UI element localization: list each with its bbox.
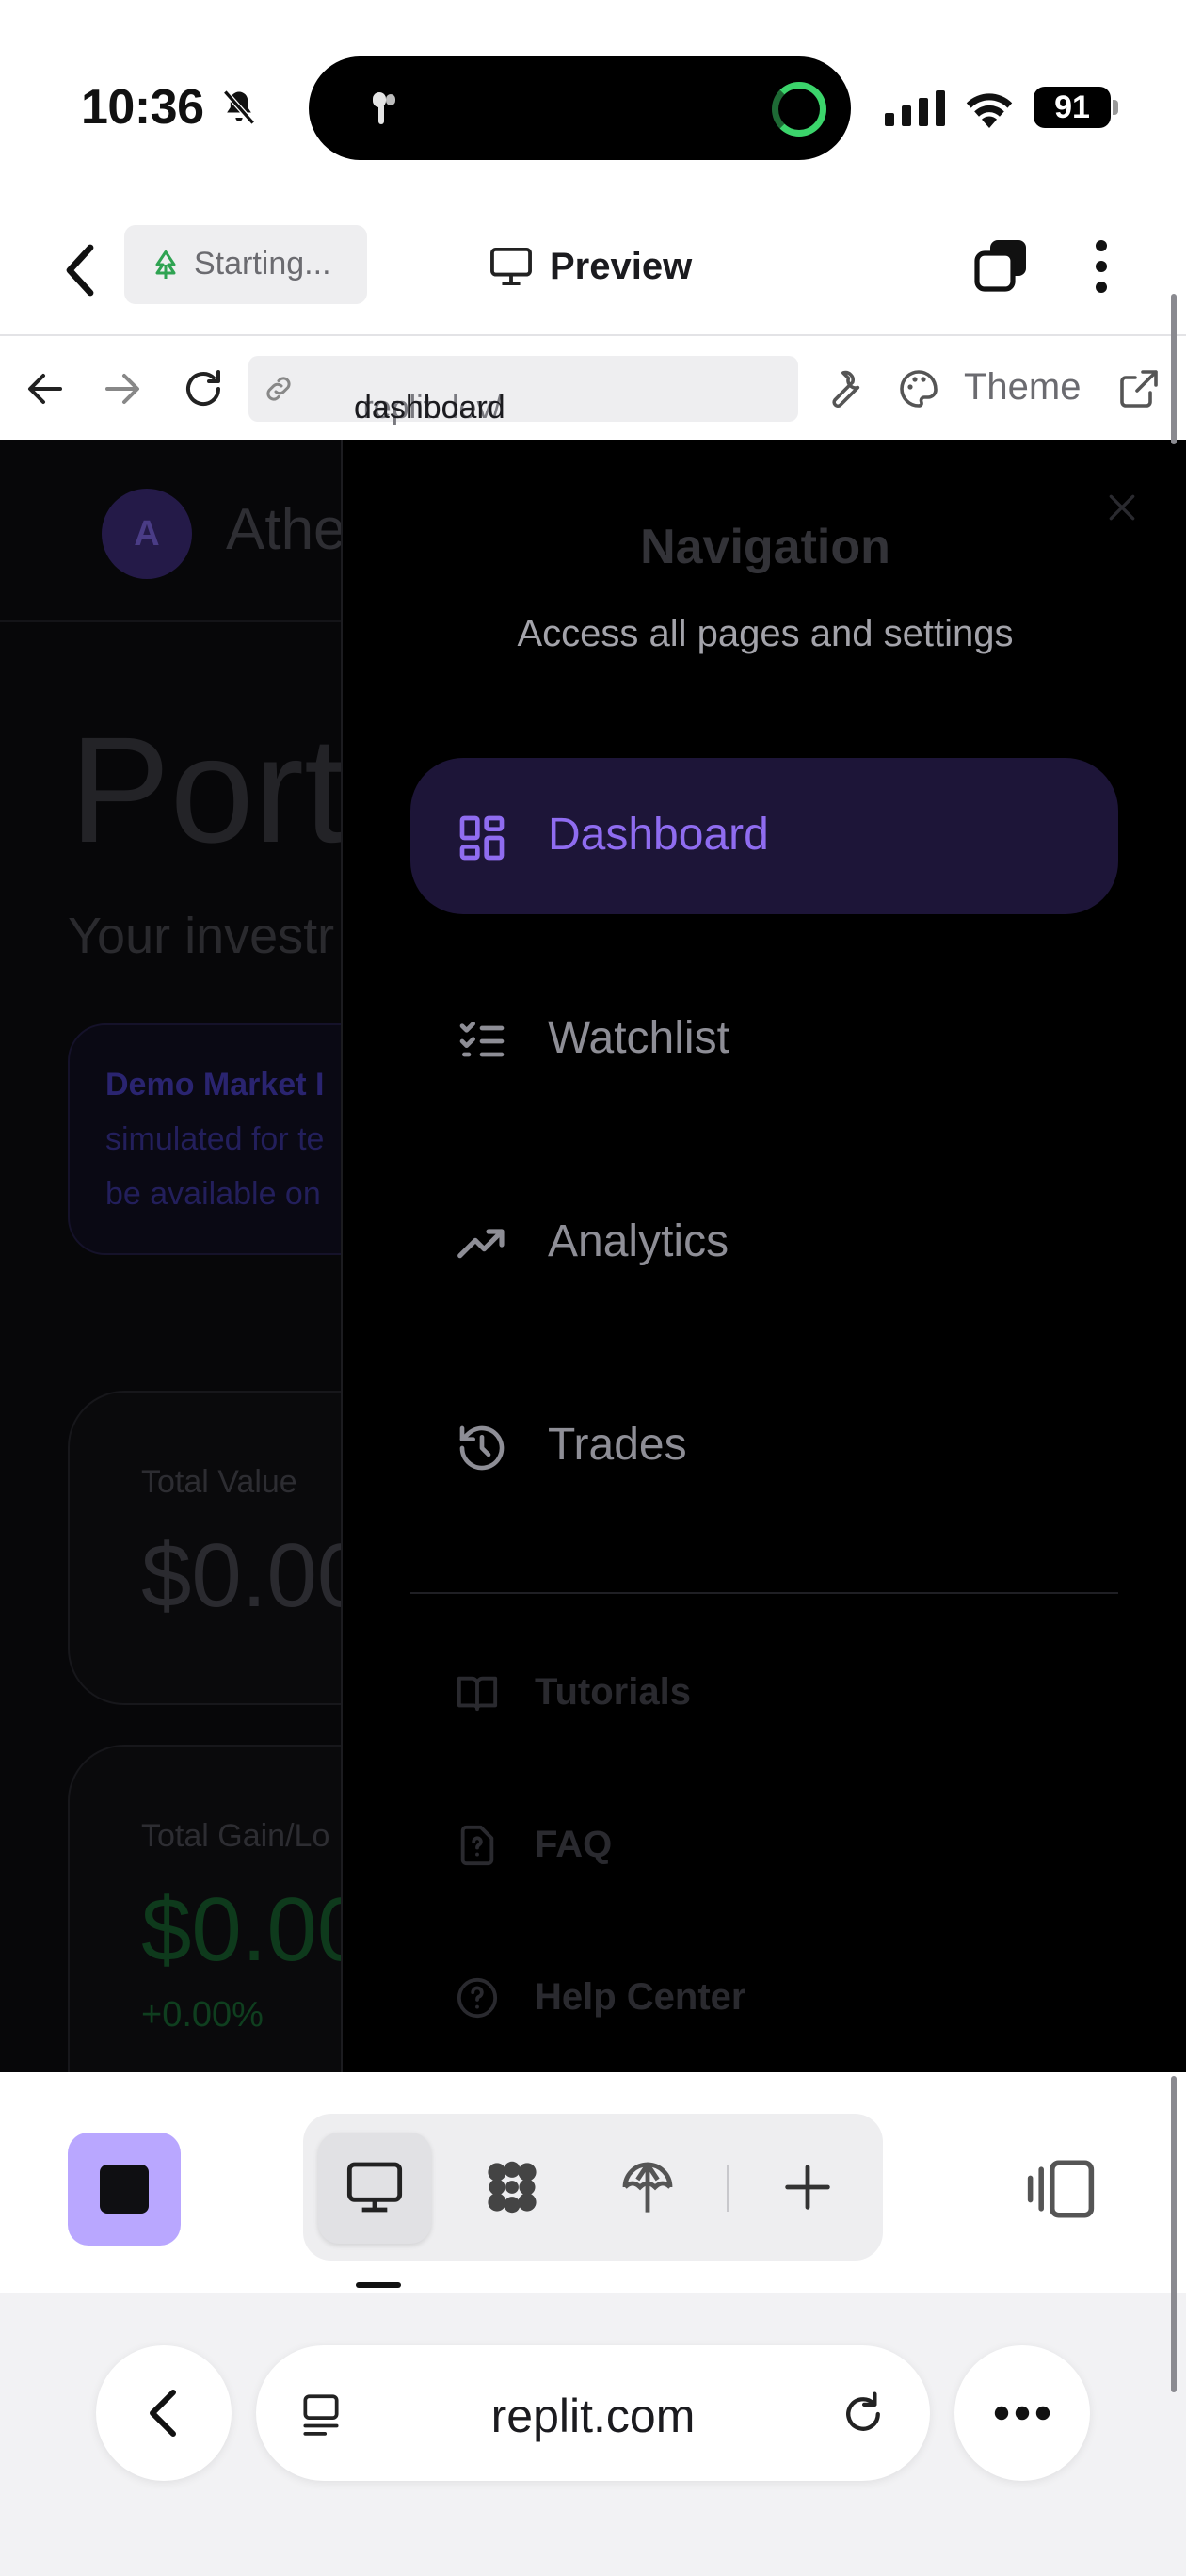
navigation-drawer: Navigation Access all pages and settings… [341, 440, 1186, 2072]
app-header: A Athe [0, 440, 346, 622]
chevron-left-icon [150, 2390, 176, 2437]
nav-back-arrow-icon[interactable] [23, 366, 68, 411]
wrench-icon[interactable] [821, 366, 866, 411]
safari-toolbar: replit.com [0, 2293, 1186, 2576]
link-icon [266, 377, 291, 401]
dashboard-grid-icon [459, 815, 505, 861]
nav-item-label: Watchlist [548, 1013, 729, 1063]
page-subtitle: Your investr [68, 908, 335, 964]
browser-more-button[interactable] [954, 2345, 1090, 2481]
battery-level: 91 [1034, 87, 1111, 128]
nav-item-watchlist[interactable]: Watchlist [410, 961, 1118, 1118]
agent-blob-icon [488, 2161, 537, 2214]
app-viewport: A Athe Portf Your investr Demo Market I … [0, 440, 1186, 2072]
app-name: Athe [226, 497, 346, 562]
nav-item-analytics[interactable]: Analytics [410, 1165, 1118, 1321]
browser-address-bar[interactable]: replit.com [256, 2345, 930, 2481]
total-value-amount: $0.00 [141, 1525, 368, 1626]
avatar: A [102, 489, 192, 579]
agent-tool-button[interactable] [456, 2133, 569, 2244]
active-tool-indicator [356, 2282, 401, 2288]
history-icon [459, 1425, 505, 1471]
help-item-help-center[interactable]: Help Center [456, 1959, 1020, 2035]
preview-tool-button[interactable] [318, 2133, 431, 2244]
side-panel-toggle-icon[interactable] [1026, 2157, 1096, 2221]
back-chevron-icon[interactable] [55, 240, 105, 300]
monitor-icon [490, 247, 532, 286]
preview-header: Starting... Preview [0, 202, 1186, 336]
tool-switcher [303, 2114, 883, 2261]
book-icon [457, 1676, 498, 1712]
nav-forward-arrow-icon[interactable] [100, 366, 145, 411]
faq-icon [460, 1825, 494, 1866]
demo-notice-line: be available on [105, 1176, 321, 1212]
tool-separator [727, 2165, 729, 2212]
dimmed-page-content[interactable]: A Athe Portf Your investr Demo Market I … [0, 440, 633, 2072]
browser-address-text: replit.com [490, 2390, 696, 2442]
url-field[interactable]: .replit.dev/dashboard [248, 356, 798, 426]
tabs-stack-icon[interactable] [973, 236, 1030, 293]
url-path: dashboard [354, 390, 505, 426]
browser-reload-icon[interactable] [838, 2389, 889, 2439]
demo-notice-line: simulated for te [105, 1121, 325, 1157]
help-item-faq[interactable]: FAQ [456, 1807, 1020, 1882]
repl-status-text: Starting... [194, 246, 331, 282]
scrollbar-thumb[interactable] [1171, 294, 1177, 444]
total-gain-label: Total Gain/Lo [141, 1818, 330, 1854]
stop-button[interactable] [68, 2133, 181, 2246]
help-item-label: FAQ [535, 1824, 613, 1865]
dynamic-island [309, 56, 851, 160]
nav-item-label: Analytics [548, 1216, 729, 1266]
help-circle-icon [457, 1977, 498, 2019]
help-item-tutorials[interactable]: Tutorials [456, 1654, 1020, 1730]
drawer-subtitle: Access all pages and settings [517, 613, 1014, 654]
nav-item-label: Dashboard [548, 810, 769, 860]
add-tool-button[interactable] [751, 2133, 864, 2244]
deploy-tool-button[interactable] [591, 2133, 704, 2244]
repl-status-chip[interactable]: Starting... [124, 225, 367, 304]
monitor-icon [346, 2162, 403, 2213]
deploy-balloon-icon [622, 2162, 673, 2213]
preview-title[interactable]: Preview [489, 238, 692, 295]
drawer-divider [410, 1592, 1118, 1594]
cellular-signal-icon [885, 90, 945, 126]
nav-item-trades[interactable]: Trades [410, 1368, 1118, 1524]
stop-square-icon [100, 2165, 149, 2214]
url-toolbar: .replit.dev/dashboard Theme [0, 338, 1186, 440]
silent-bell-icon [223, 89, 255, 125]
palette-icon[interactable] [896, 366, 941, 411]
status-bar: 10:36 91 [0, 0, 1186, 202]
wifi-icon [966, 93, 1013, 128]
help-item-label: Help Center [535, 1976, 746, 2018]
nav-item-dashboard[interactable]: Dashboard [410, 758, 1118, 914]
checklist-icon [459, 1022, 505, 1057]
airpods-icon [373, 92, 395, 124]
battery-indicator: 91 [1034, 87, 1118, 128]
reload-icon[interactable] [181, 366, 226, 411]
battery-nub [1113, 100, 1118, 115]
demo-notice-heading: Demo Market I [105, 1067, 325, 1103]
total-gain-amount: $0.00 [141, 1879, 368, 1980]
plus-icon [785, 2165, 830, 2210]
preview-title-label: Preview [550, 245, 693, 287]
more-horizontal-icon [994, 2406, 1050, 2421]
theme-button[interactable]: Theme [964, 366, 1082, 409]
total-gain-percent: +0.00% [141, 1995, 264, 2035]
browser-back-button[interactable] [96, 2345, 232, 2481]
repl-tree-icon [155, 250, 176, 279]
nav-item-label: Trades [548, 1420, 687, 1470]
replit-dock [0, 2072, 1186, 2293]
open-external-icon[interactable] [1116, 366, 1162, 411]
drawer-title: Navigation [640, 520, 890, 574]
scrollbar-thumb[interactable] [1171, 2076, 1177, 2392]
activity-ring-icon [772, 82, 826, 137]
help-item-label: Tutorials [535, 1671, 691, 1713]
total-value-label: Total Value [141, 1464, 297, 1500]
status-time: 10:36 [81, 80, 204, 135]
trending-up-icon [457, 1229, 505, 1259]
more-vertical-icon[interactable] [1081, 236, 1122, 297]
